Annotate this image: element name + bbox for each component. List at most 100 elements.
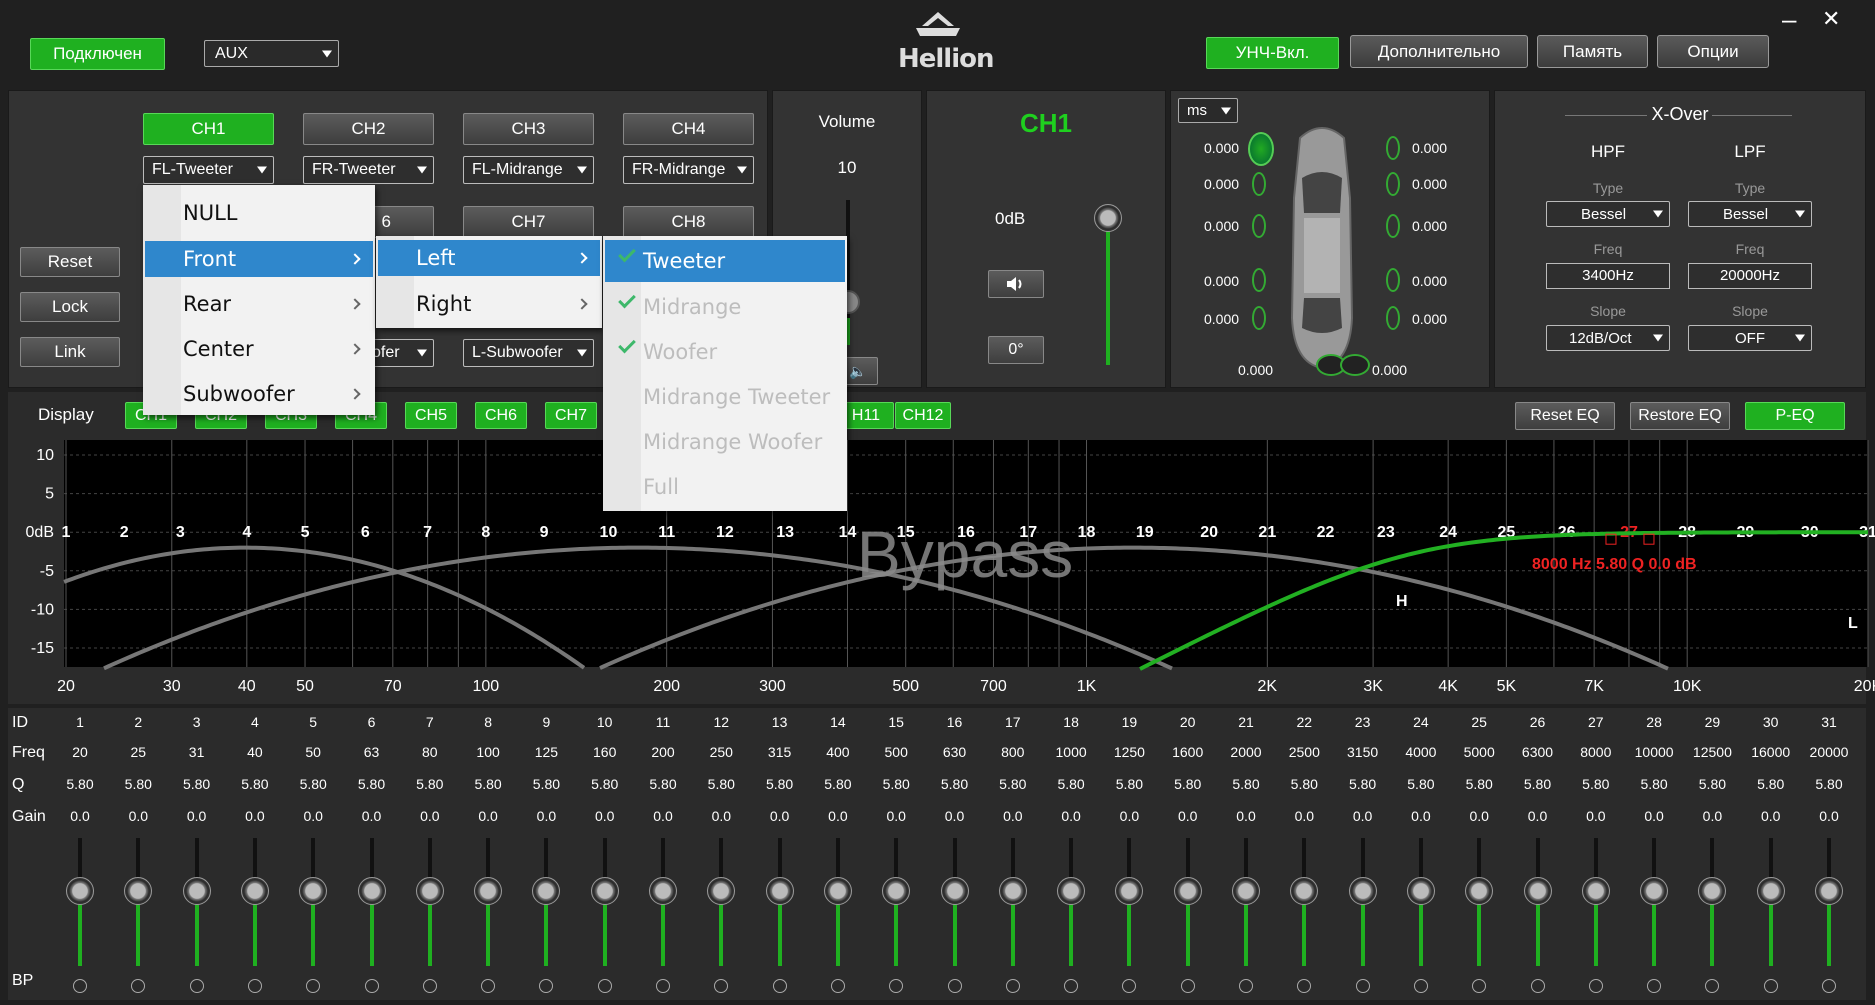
band-q[interactable]: 5.80 [1101, 776, 1157, 792]
band-freq[interactable]: 2500 [1276, 744, 1332, 760]
channel-type-select-1[interactable]: FL-Tweeter [143, 156, 274, 184]
band-freq[interactable]: 3150 [1335, 744, 1391, 760]
channel-type-select-2[interactable]: FR-Tweeter [303, 156, 434, 184]
menu-item-null[interactable]: NULL [145, 195, 373, 231]
source-select[interactable]: AUX [204, 40, 339, 67]
band-gain-slider-knob[interactable] [182, 877, 211, 905]
band-gain-slider-knob[interactable] [1815, 877, 1843, 905]
band-q[interactable]: 5.80 [868, 776, 924, 792]
menu-item-tweeter[interactable]: Tweeter [605, 240, 845, 282]
band-q[interactable]: 5.80 [810, 776, 866, 792]
band-gain[interactable]: 0.0 [1626, 808, 1682, 824]
band-bypass-toggle[interactable] [1588, 979, 1603, 993]
menu-item-subwoofer[interactable]: Subwoofer [145, 376, 373, 412]
band-gain[interactable]: 0.0 [1510, 808, 1566, 824]
band-freq[interactable]: 4000 [1393, 744, 1449, 760]
channel-button-ch2[interactable]: CH2 [303, 113, 434, 145]
display-channel-button[interactable]: CH7 [545, 402, 597, 429]
channel-button-ch7[interactable]: CH7 [463, 206, 594, 238]
band-freq[interactable]: 100 [460, 744, 516, 760]
band-q[interactable]: 5.80 [693, 776, 749, 792]
band-gain[interactable]: 0.0 [693, 808, 749, 824]
channel-type-select-7[interactable]: L-Subwoofer [463, 339, 594, 367]
hpf-freq-input[interactable]: 3400Hz [1546, 263, 1670, 289]
memory-button[interactable]: Память [1537, 35, 1648, 68]
speaker-icon[interactable] [1252, 172, 1266, 196]
band-q[interactable]: 5.80 [518, 776, 574, 792]
band-q[interactable]: 5.80 [1451, 776, 1507, 792]
hpf-slope-select[interactable]: 12dB/Oct [1546, 325, 1670, 351]
band-freq[interactable]: 16000 [1743, 744, 1799, 760]
channel-button-ch3[interactable]: CH3 [463, 113, 594, 145]
band-freq[interactable]: 250 [693, 744, 749, 760]
reset-eq-button[interactable]: Reset EQ [1515, 402, 1615, 430]
display-channel-button[interactable]: CH12 [895, 402, 951, 429]
band-bypass-toggle[interactable] [1763, 979, 1778, 993]
menu-item-front[interactable]: Front [145, 241, 373, 277]
band-bypass-toggle[interactable] [364, 979, 379, 993]
band-gain[interactable]: 0.0 [169, 808, 225, 824]
band-gain[interactable]: 0.0 [1043, 808, 1099, 824]
band-gain-slider-knob[interactable] [1232, 877, 1260, 905]
band-bypass-toggle[interactable] [830, 979, 845, 993]
lpf-freq-input[interactable]: 20000Hz [1688, 263, 1812, 289]
band-q[interactable]: 5.80 [1626, 776, 1682, 792]
amp-on-button[interactable]: УНЧ-Вкл. [1206, 37, 1339, 69]
band-gain[interactable]: 0.0 [810, 808, 866, 824]
band-bypass-toggle[interactable] [597, 979, 612, 993]
band-gain-slider-knob[interactable] [882, 877, 911, 905]
band-bypass-toggle[interactable] [1647, 979, 1662, 993]
band-gain-slider-knob[interactable] [998, 877, 1027, 905]
band-gain[interactable]: 0.0 [752, 808, 808, 824]
band-gain-slider-knob[interactable] [1581, 877, 1610, 905]
band-q[interactable]: 5.80 [1276, 776, 1332, 792]
band-freq[interactable]: 630 [927, 744, 983, 760]
display-channel-button[interactable]: CH5 [405, 402, 457, 429]
band-q[interactable]: 5.80 [752, 776, 808, 792]
band-gain-slider-knob[interactable] [1406, 877, 1435, 905]
band-q[interactable]: 5.80 [402, 776, 458, 792]
band-bypass-toggle[interactable] [1239, 979, 1253, 993]
band-freq[interactable]: 40 [227, 744, 283, 760]
band-gain[interactable]: 0.0 [1101, 808, 1157, 824]
band-q[interactable]: 5.80 [110, 776, 166, 792]
band-gain[interactable]: 0.0 [927, 808, 983, 824]
band-gain-slider-knob[interactable] [1756, 877, 1785, 905]
band-q[interactable]: 5.80 [1801, 776, 1857, 792]
band-gain[interactable]: 0.0 [1743, 808, 1799, 824]
band-gain[interactable]: 0.0 [1218, 808, 1274, 824]
band-freq[interactable]: 315 [752, 744, 808, 760]
band-gain[interactable]: 0.0 [1276, 808, 1332, 824]
band-freq[interactable]: 2000 [1218, 744, 1274, 760]
band-bypass-toggle[interactable] [1822, 979, 1836, 993]
band-q[interactable]: 5.80 [635, 776, 691, 792]
band-gain[interactable]: 0.0 [1335, 808, 1391, 824]
band-freq[interactable]: 6300 [1510, 744, 1566, 760]
band-bypass-toggle[interactable] [947, 979, 962, 993]
band-freq[interactable]: 31 [169, 744, 225, 760]
menu-item-center[interactable]: Center [145, 331, 373, 367]
band-q[interactable]: 5.80 [227, 776, 283, 792]
band-freq[interactable]: 63 [344, 744, 400, 760]
band-gain-slider-knob[interactable] [415, 877, 444, 905]
band-gain-slider-knob[interactable] [823, 877, 852, 905]
band-freq[interactable]: 1250 [1101, 744, 1157, 760]
minimize-button[interactable]: – [1782, 4, 1796, 35]
band-gain[interactable]: 0.0 [110, 808, 166, 824]
close-button[interactable]: ✕ [1822, 6, 1840, 32]
band-freq[interactable]: 20000 [1801, 744, 1857, 760]
band-gain[interactable]: 0.0 [985, 808, 1041, 824]
band-gain-slider-knob[interactable] [1523, 877, 1552, 905]
band-freq[interactable]: 160 [577, 744, 633, 760]
band-gain-slider-knob[interactable] [240, 877, 269, 905]
band-bypass-toggle[interactable] [772, 979, 787, 993]
band-gain-slider-knob[interactable] [66, 877, 94, 905]
band-q[interactable]: 5.80 [927, 776, 983, 792]
band-gain-slider-knob[interactable] [474, 877, 503, 905]
band-gain[interactable]: 0.0 [635, 808, 691, 824]
band-gain[interactable]: 0.0 [518, 808, 574, 824]
band-freq[interactable]: 500 [868, 744, 924, 760]
band-bypass-toggle[interactable] [189, 979, 204, 993]
menu-item-right[interactable]: Right [378, 286, 600, 322]
band-gain[interactable]: 0.0 [285, 808, 341, 824]
